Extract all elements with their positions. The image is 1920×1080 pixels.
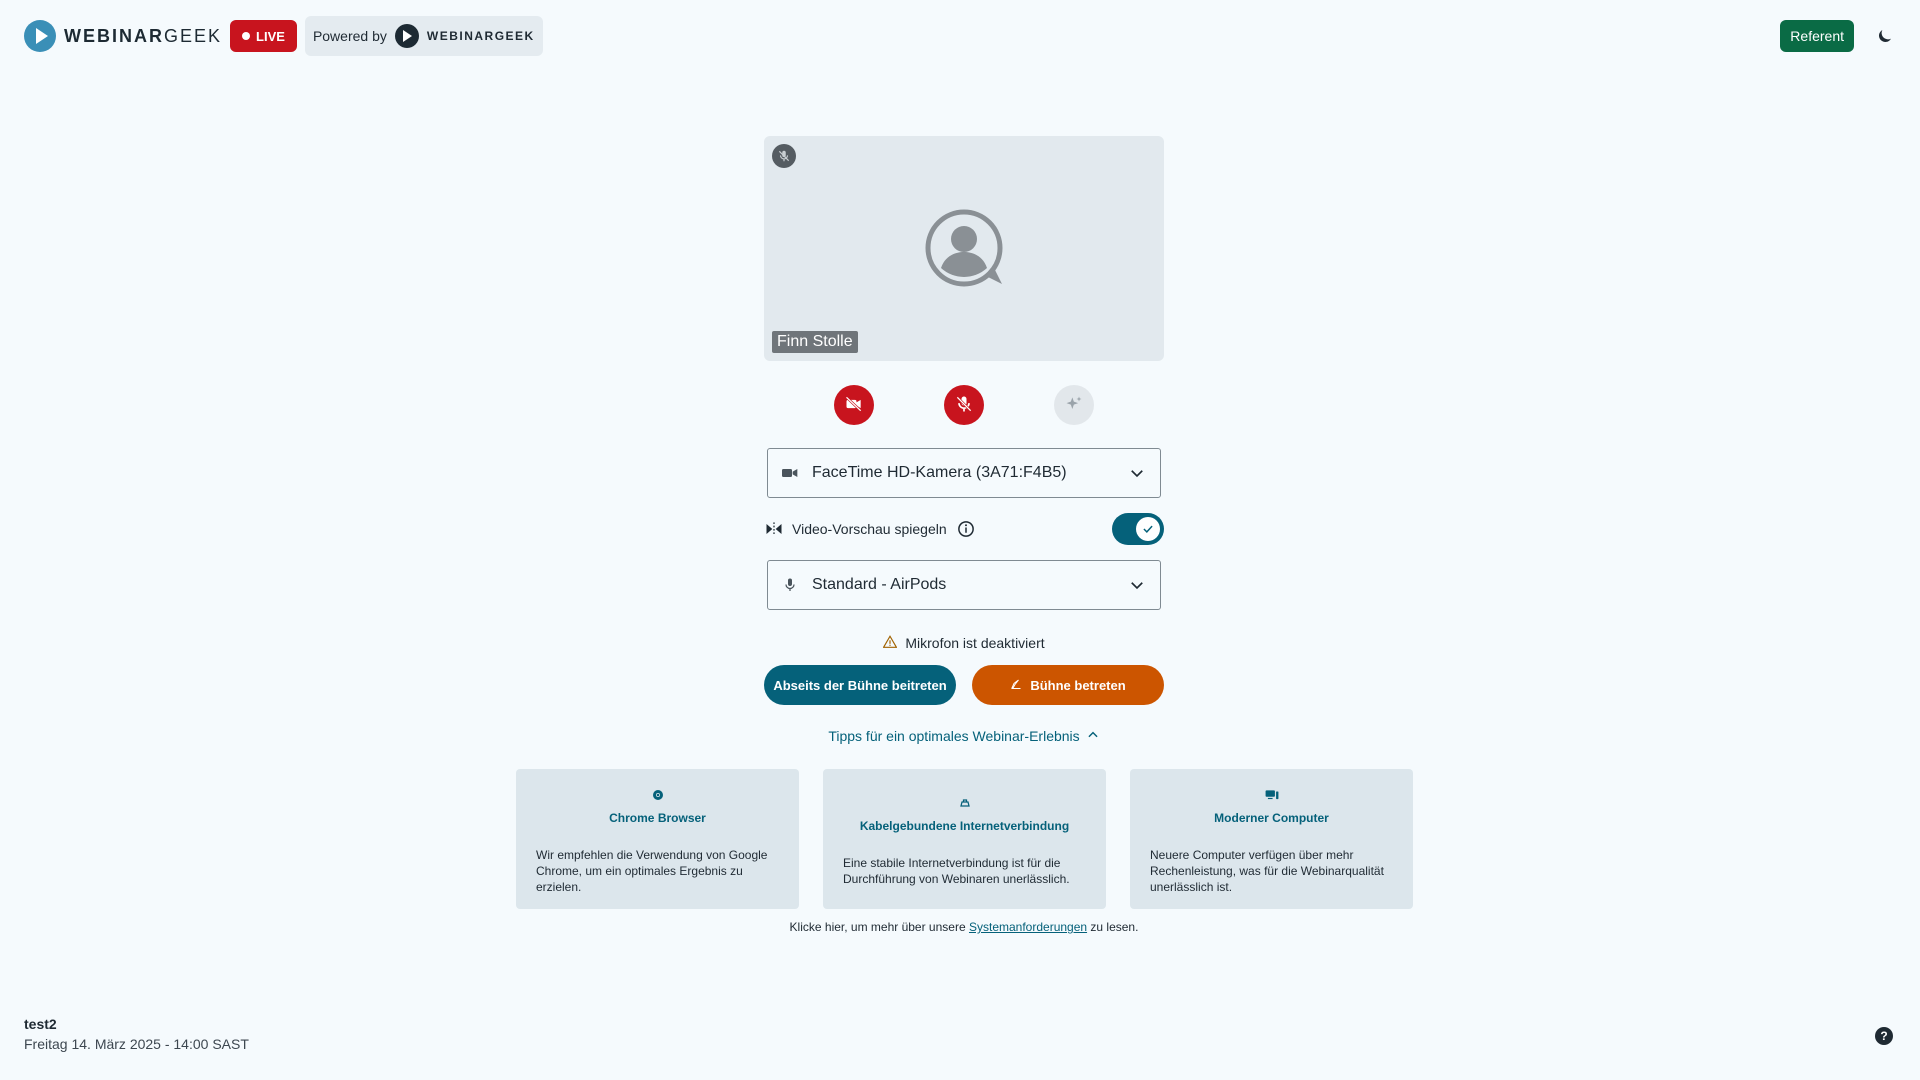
camera-off-icon xyxy=(844,394,864,417)
webinargeek-logo: WEBINARGEEK xyxy=(24,20,222,52)
powered-by-badge[interactable]: Powered by WEBINARGEEK xyxy=(304,16,543,56)
tip-card-network: Kabelgebundene Internetverbindung Eine s… xyxy=(823,769,1106,909)
logo-text-light: GEEK xyxy=(164,25,223,46)
powered-brand-text: WEBINARGEEK xyxy=(426,29,535,43)
stage-icon xyxy=(1010,677,1022,694)
info-icon[interactable] xyxy=(957,520,975,538)
effects-button[interactable] xyxy=(1054,385,1094,425)
mic-disabled-warning: Mikrofon ist deaktiviert xyxy=(764,633,1164,653)
chevron-up-icon xyxy=(1086,728,1100,745)
event-info: test2 Freitag 14. März 2025 - 14:00 SAST xyxy=(24,1016,249,1052)
sysreq-prefix: Klicke hier, um mehr über unsere xyxy=(789,920,966,934)
warning-text: Mikrofon ist deaktiviert xyxy=(905,635,1045,651)
tip-card-chrome: Chrome Browser Wir empfehlen die Verwend… xyxy=(516,769,799,909)
mirror-setting-row: Video-Vorschau spiegeln xyxy=(764,512,1164,546)
moon-icon[interactable] xyxy=(1874,25,1896,47)
sparkles-icon xyxy=(1064,394,1084,417)
mirror-toggle[interactable] xyxy=(1112,513,1164,545)
tip-text: Neuere Computer verfügen über mehr Reche… xyxy=(1150,848,1384,894)
tip-title: Kabelgebundene Internetverbindung xyxy=(859,819,1070,833)
mirror-icon xyxy=(764,519,784,539)
system-requirements-link[interactable]: Systemanforderungen xyxy=(969,920,1087,934)
camera-select[interactable]: FaceTime HD-Kamera (3A71:F4B5) xyxy=(767,448,1161,498)
tip-title: Moderner Computer xyxy=(1214,811,1329,825)
mic-off-icon xyxy=(772,144,796,168)
event-date: Freitag 14. März 2025 - 14:00 SAST xyxy=(24,1036,249,1052)
tip-card-computer: Moderner Computer Neuere Computer verfüg… xyxy=(1130,769,1413,909)
tips-toggle-label: Tipps für ein optimales Webinar-Erlebnis xyxy=(828,728,1080,744)
user-avatar-icon xyxy=(924,208,1006,290)
top-bar: WEBINARGEEK LIVE Powered by WEBINARGEEK … xyxy=(0,0,1920,72)
chrome-icon xyxy=(536,789,779,801)
live-badge: LIVE xyxy=(230,20,297,52)
system-requirements-note: Klicke hier, um mehr über unsere Systema… xyxy=(664,920,1264,934)
sysreq-suffix: zu lesen. xyxy=(1090,920,1139,934)
logo-text-bold: WEBINAR xyxy=(64,25,164,46)
logo-play-icon xyxy=(24,20,56,52)
check-icon xyxy=(1136,517,1160,541)
join-stage-label: Bühne betreten xyxy=(1030,677,1126,693)
tip-title: Chrome Browser xyxy=(609,811,706,825)
tip-text: Eine stabile Internetverbindung ist für … xyxy=(843,856,1070,886)
microphone-select[interactable]: Standard - AirPods xyxy=(767,560,1161,610)
computer-icon xyxy=(1150,789,1393,801)
microphone-icon xyxy=(782,577,798,593)
mic-off-icon xyxy=(954,394,974,417)
mic-toggle-button[interactable] xyxy=(944,385,984,425)
chevron-down-icon xyxy=(1128,576,1146,594)
join-offstage-button[interactable]: Abseits der Bühne beitreten xyxy=(764,665,956,705)
role-button[interactable]: Referent xyxy=(1780,20,1854,52)
join-buttons: Abseits der Bühne beitreten Bühne betret… xyxy=(764,665,1164,705)
powered-logo-icon xyxy=(394,24,419,48)
event-title: test2 xyxy=(24,1016,57,1032)
warning-triangle-icon xyxy=(882,635,898,651)
live-dot-icon xyxy=(242,32,251,40)
live-label: LIVE xyxy=(256,28,285,44)
video-camera-icon xyxy=(782,465,798,481)
video-preview: Finn Stolle xyxy=(764,136,1164,361)
participant-name-tag: Finn Stolle xyxy=(772,331,858,353)
join-stage-button[interactable]: Bühne betreten xyxy=(972,665,1164,705)
tip-text: Wir empfehlen die Verwendung von Google … xyxy=(536,848,768,894)
camera-toggle-button[interactable] xyxy=(834,385,874,425)
mirror-label: Video-Vorschau spiegeln xyxy=(792,521,947,537)
chevron-down-icon xyxy=(1128,464,1146,482)
microphone-select-value: Standard - AirPods xyxy=(812,576,947,593)
powered-by-label: Powered by xyxy=(312,28,387,44)
network-icon xyxy=(843,797,1086,809)
tips-toggle[interactable]: Tipps für ein optimales Webinar-Erlebnis xyxy=(764,726,1164,746)
help-icon[interactable]: ? xyxy=(1875,1027,1893,1045)
media-controls xyxy=(834,385,1094,425)
camera-select-value: FaceTime HD-Kamera (3A71:F4B5) xyxy=(812,464,1067,481)
